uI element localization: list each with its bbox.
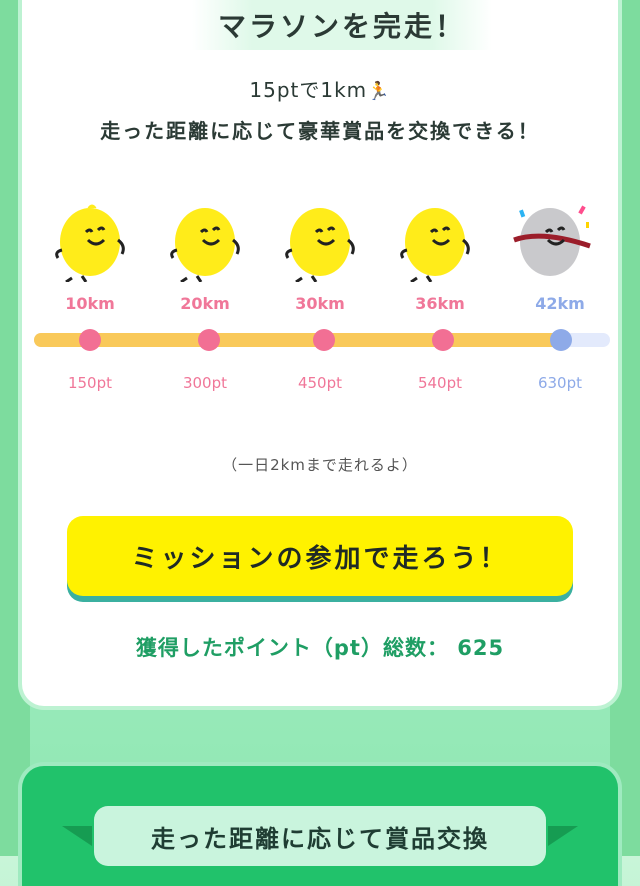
milestone-pt-150: 150pt (67, 374, 113, 392)
rate-text: 15ptで1km (249, 78, 368, 102)
milestone-dot (313, 329, 335, 351)
exchange-title: 走った距離に応じて賞品交換 (94, 806, 546, 866)
goal-dot (550, 329, 572, 351)
progress-dash (42, 331, 552, 333)
lemon-mascot-icon (170, 208, 240, 282)
milestone-pt-450: 450pt (297, 374, 343, 392)
join-mission-button[interactable]: ミッションの参加で走ろう！ (67, 516, 573, 596)
milestone-km-30: 30km (295, 294, 345, 313)
rate-text-line: 15ptで1km🏃 (22, 74, 618, 103)
milestone-pt-630: 630pt (537, 374, 583, 392)
milestone-dot (198, 329, 220, 351)
milestone-dot (432, 329, 454, 351)
total-points-label: 獲得したポイント（pt）総数： (135, 636, 449, 660)
title-banner: マラソンを完走！ (192, 0, 492, 50)
milestone-dot (79, 329, 101, 351)
lemon-mascot-icon (285, 208, 355, 282)
milestone-pt-300: 300pt (182, 374, 228, 392)
description-text: 走った距離に応じて豪華賞品を交換できる！ (100, 119, 540, 143)
milestone-km-36: 36km (415, 294, 465, 313)
milestone-km-20: 20km (180, 294, 230, 313)
page-title: マラソンを完走！ (217, 10, 466, 43)
lemon-mascot-icon (400, 208, 470, 282)
total-points-value: 625 (457, 636, 505, 660)
milestone-km-10: 10km (65, 294, 115, 313)
milestone-km-42: 42km (535, 294, 585, 313)
runner-icon: 🏃 (367, 81, 391, 102)
progress-fill (34, 333, 570, 347)
lemon-mascot-icon (55, 204, 125, 282)
total-points: 獲得したポイント（pt）総数： 625 (22, 632, 618, 662)
ribbon-tail-left (62, 826, 92, 846)
marathon-card: マラソンを完走！ 15ptで1km🏃 走った距離に応じて豪華賞品を交換できる！ (22, 0, 618, 706)
exchange-card: 走った距離に応じて賞品交換 (22, 766, 618, 886)
daily-limit-note: （一日2kmまで走れるよ） (222, 456, 418, 474)
finish-mascot-icon (513, 205, 591, 276)
milestone-pt-540: 540pt (417, 374, 463, 392)
ribbon-tail-right (548, 826, 578, 846)
